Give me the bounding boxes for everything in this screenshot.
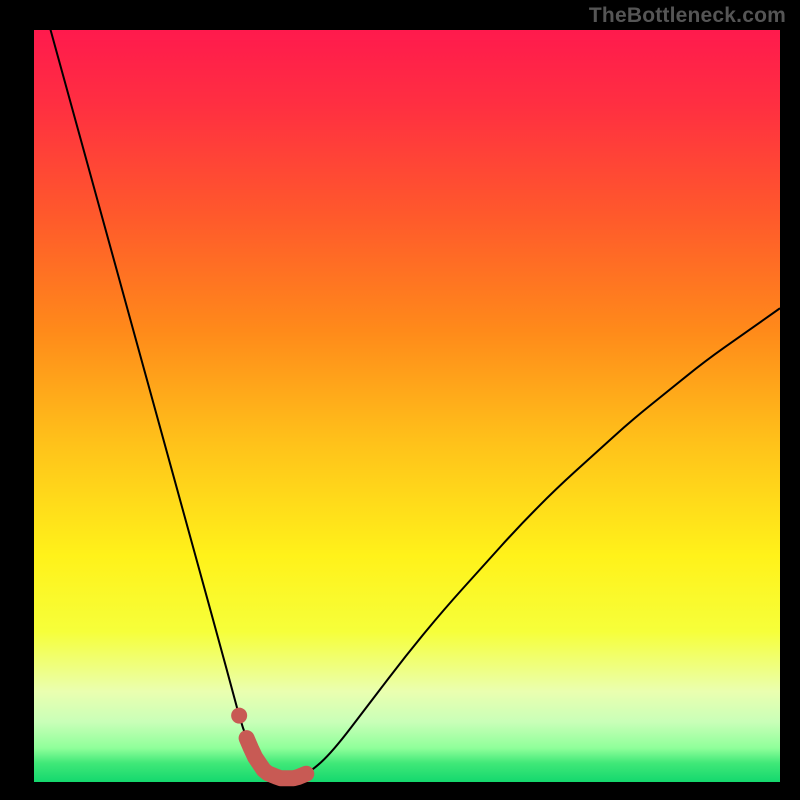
watermark-label: TheBottleneck.com: [589, 4, 786, 28]
gradient-background: [34, 30, 780, 782]
bottleneck-curve-chart: [0, 0, 800, 800]
chart-container: TheBottleneck.com: [0, 0, 800, 800]
highlight-dot: [231, 708, 247, 724]
